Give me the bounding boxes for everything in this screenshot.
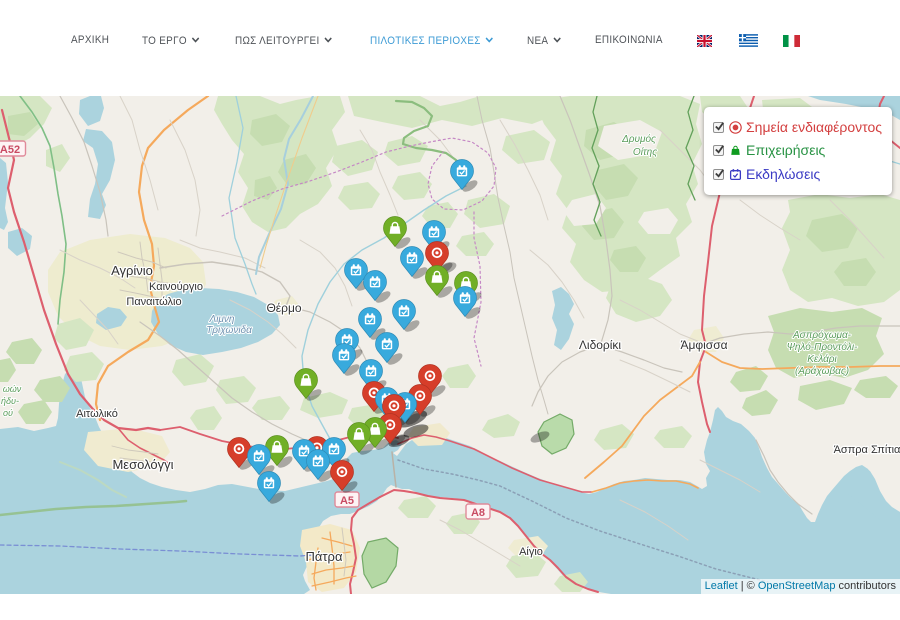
svg-text:ήδυ-: ήδυ- [1, 396, 19, 406]
svg-text:Λιδορίκι: Λιδορίκι [579, 338, 622, 352]
svg-text:Άμφισσα: Άμφισσα [680, 338, 727, 352]
svg-text:Μεσολόγγι: Μεσολόγγι [112, 457, 173, 472]
svg-text:Θέρμο: Θέρμο [266, 301, 301, 315]
svg-text:ού: ού [3, 408, 13, 418]
svg-text:(Αράχωβας): (Αράχωβας) [795, 365, 849, 377]
svg-text:Α8: Α8 [471, 507, 485, 519]
svg-text:Αγρίνιο: Αγρίνιο [111, 263, 153, 278]
svg-text:Πάτρα: Πάτρα [306, 549, 343, 564]
svg-text:Α5: Α5 [340, 495, 354, 507]
svg-text:Δρυμός: Δρυμός [621, 133, 656, 145]
svg-text:Παναιτώλιο: Παναιτώλιο [126, 296, 181, 308]
svg-text:Ασπρόχωμα-: Ασπρόχωμα- [792, 329, 852, 341]
svg-text:Λιμνη: Λιμνη [209, 314, 235, 325]
svg-text:Τριχωνιδα: Τριχωνιδα [206, 325, 252, 336]
svg-text:Αιτωλικό: Αιτωλικό [76, 408, 118, 420]
svg-text:Άσπρα Σπίτια: Άσπρα Σπίτια [834, 444, 900, 456]
svg-text:Ψηλό-Προντόλι-: Ψηλό-Προντόλι- [787, 341, 859, 353]
svg-text:Α52: Α52 [0, 144, 20, 156]
svg-text:Κελάρι: Κελάρι [807, 353, 837, 365]
svg-text:ωών: ωών [3, 384, 22, 394]
svg-text:Αίγιο: Αίγιο [519, 546, 543, 558]
svg-text:Οίτης: Οίτης [633, 146, 657, 158]
svg-text:Καινούργιο: Καινούργιο [149, 281, 203, 293]
